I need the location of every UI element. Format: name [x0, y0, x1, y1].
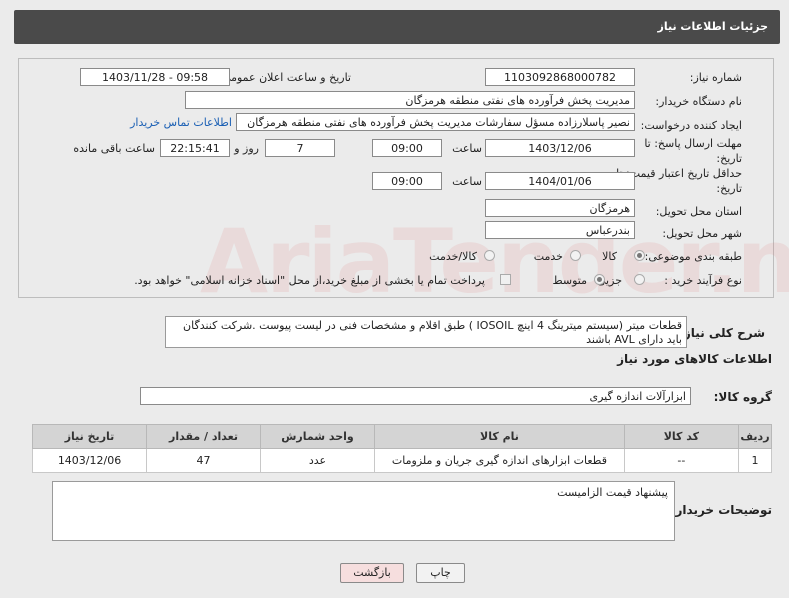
category-label: طبقه بندی موضوعی: — [644, 250, 742, 263]
category-option-service: خدمت — [533, 250, 563, 263]
requester-label: ایجاد کننده درخواست: — [640, 119, 742, 132]
page-header: جزئیات اطلاعات نیاز — [14, 10, 780, 44]
price-valid-label-1: حداقل تاریخ اعتبار قیمت: تا — [616, 167, 742, 180]
col-goods-name: نام کالا — [374, 424, 625, 449]
col-need-date: تاریخ نیاز — [31, 424, 148, 449]
price-valid-time-label: ساعت — [452, 175, 482, 188]
purchase-option-medium: متوسط — [552, 274, 587, 287]
col-quantity: تعداد / مقدار — [146, 424, 262, 449]
category-radio-goods-service[interactable] — [484, 250, 495, 261]
table-row: 1 -- قطعات ابزارهای اندازه گیری جریان و … — [31, 448, 773, 473]
col-row-number: ردیف — [737, 424, 773, 449]
purchase-label: نوع فرآیند خرید : — [664, 274, 742, 287]
remaining-label: ساعت باقی مانده — [73, 142, 155, 155]
days-field: 7 — [265, 139, 335, 157]
goods-table: ردیف کد کالا نام کالا واحد شمارش تعداد /… — [31, 424, 773, 473]
page-title: جزئیات اطلاعات نیاز — [657, 20, 769, 33]
deadline-label-2: تاریخ: — [716, 152, 742, 165]
category-option-goods: کالا — [602, 250, 617, 263]
announce-label: تاریخ و ساعت اعلان عمومی: — [218, 71, 351, 84]
buyer-contact-link[interactable]: اطلاعات تماس خریدار — [130, 116, 232, 129]
print-button[interactable]: چاپ — [416, 563, 465, 583]
buyer-notes-label: توضیحات خریدار: — [670, 503, 772, 517]
price-valid-label-2: تاریخ: — [716, 182, 742, 195]
col-unit: واحد شمارش — [260, 424, 375, 449]
province-label: استان محل تحویل: — [655, 205, 742, 218]
cell-row-number: 1 — [737, 448, 773, 473]
purchase-radio-medium[interactable] — [594, 274, 605, 285]
remaining-time-field: 22:15:41 — [160, 139, 230, 157]
city-label: شهر محل تحویل: — [662, 227, 742, 240]
need-number-field: 1103092868000782 — [485, 68, 635, 86]
category-option-goods-service: کالا/خدمت — [429, 250, 477, 263]
goods-info-title: اطلاعات کالاهای مورد نیاز — [617, 352, 772, 366]
price-valid-time-field: 09:00 — [372, 172, 442, 190]
col-goods-code: کد کالا — [623, 424, 739, 449]
category-radio-goods[interactable] — [634, 250, 645, 261]
buyer-org-label: نام دستگاه خریدار: — [655, 95, 742, 108]
category-radio-service[interactable] — [570, 250, 581, 261]
buyer-notes-textarea[interactable]: پیشنهاد قیمت الزامیست — [52, 481, 675, 541]
treasury-payment-note: پرداخت تمام یا بخشی از مبلغ خرید،از محل … — [134, 274, 485, 287]
city-field: بندرعباس — [485, 221, 635, 239]
cell-quantity: 47 — [146, 448, 262, 473]
back-button[interactable]: بازگشت — [340, 563, 404, 583]
need-number-label: شماره نیاز: — [689, 71, 742, 84]
price-valid-date-field: 1404/01/06 — [485, 172, 635, 190]
treasury-payment-checkbox[interactable] — [500, 274, 511, 285]
days-label: روز و — [234, 142, 259, 155]
buyer-org-field: مدیریت پخش فرآورده های نفتی منطقه هرمزگا… — [185, 91, 635, 109]
description-label: شرح کلی نیاز: — [679, 326, 765, 340]
cell-need-date: 1403/12/06 — [31, 448, 148, 473]
goods-group-label: گروه کالا: — [713, 390, 772, 404]
purchase-radio-minor[interactable] — [634, 274, 645, 285]
deadline-time-field: 09:00 — [372, 139, 442, 157]
deadline-label-1: مهلت ارسال پاسخ: تا — [644, 137, 742, 150]
announce-field: 1403/11/28 - 09:58 — [80, 68, 230, 86]
cell-unit: عدد — [260, 448, 375, 473]
province-field: هرمزگان — [485, 199, 635, 217]
goods-group-field: ابزارآلات اندازه گیری — [140, 387, 691, 405]
cell-goods-code: -- — [623, 448, 739, 473]
requester-field: نصیر پاسلارزاده مسؤل سفارشات مدیریت پخش … — [236, 113, 635, 131]
deadline-time-label: ساعت — [452, 142, 482, 155]
deadline-date-field: 1403/12/06 — [485, 139, 635, 157]
cell-goods-name: قطعات ابزارهای اندازه گیری جریان و ملزوم… — [374, 448, 625, 473]
description-textarea[interactable]: قطعات میتر (سیستم میترینگ 4 اینچ IOSOIL … — [165, 316, 687, 348]
